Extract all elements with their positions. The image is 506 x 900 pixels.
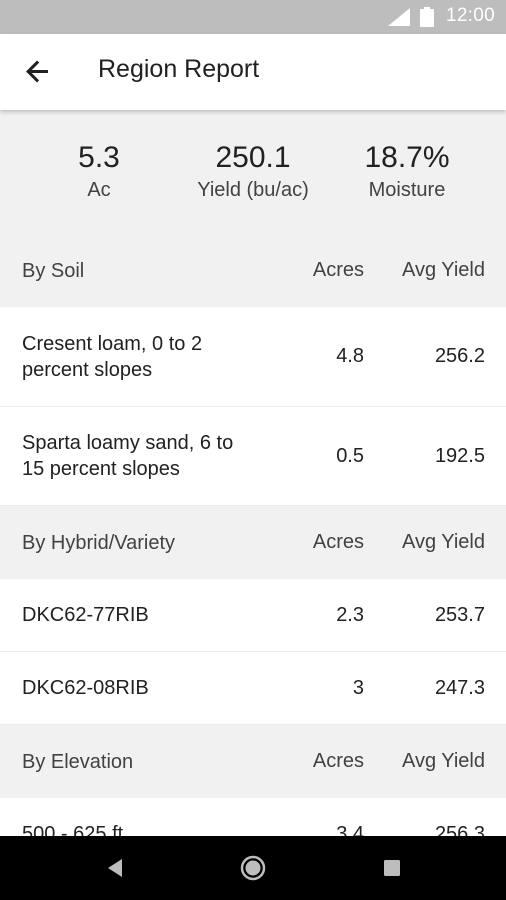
status-bar: 12:00 [0, 0, 506, 34]
arrow-back-icon[interactable] [20, 54, 56, 90]
row-avg-yield: 256.2 [434, 345, 485, 367]
row-avg-yield: 256.3 [434, 822, 485, 837]
battery-icon [420, 7, 434, 27]
stat-yield: 250.1 Yield (bu/ac) [178, 140, 328, 204]
section-header-elevation: By Elevation Acres Avg Yield [0, 725, 506, 798]
row-avg-yield: 247.3 [434, 676, 485, 699]
row-name: Sparta loamy sand, 6 to 15 percent slope… [22, 432, 234, 480]
page-title: Region Report [98, 55, 260, 83]
nav-home-icon[interactable] [239, 854, 267, 882]
section-header-hybrid: By Hybrid/Variety Acres Avg Yield [0, 506, 506, 579]
stat-label: Yield (bu/ac) [197, 179, 309, 201]
row-acres: 3 [352, 676, 364, 699]
report-content[interactable]: 5.3 Ac 250.1 Yield (bu/ac) 18.7% Moistur… [0, 110, 506, 836]
row-acres: 0.5 [336, 444, 364, 467]
row-name: 500 - 625 ft [22, 823, 124, 836]
column-header-acres: Acres [312, 259, 364, 281]
nav-recents-icon[interactable] [378, 854, 406, 882]
column-header-avg-yield: Avg Yield [401, 259, 485, 281]
row-name: DKC62-77RIB [22, 604, 149, 626]
stat-value: 5.3 [78, 141, 120, 174]
row-name: DKC62-08RIB [22, 677, 149, 699]
row-acres: 3.4 [336, 822, 364, 837]
table-row[interactable]: Cresent loam, 0 to 2 percent slopes 4.8 … [0, 307, 506, 407]
row-acres: 4.8 [336, 345, 364, 367]
column-header-avg-yield: Avg Yield [401, 750, 485, 772]
row-avg-yield: 192.5 [434, 444, 485, 467]
cell-signal-icon [388, 8, 410, 26]
column-header-acres: Acres [312, 750, 364, 772]
stat-label: Moisture [368, 179, 446, 201]
table-row[interactable]: DKC62-77RIB 2.3 253.7 [0, 579, 506, 652]
app-bar: Region Report [0, 34, 506, 110]
stat-area: 5.3 Ac [24, 140, 174, 204]
stat-moisture: 18.7% Moisture [332, 140, 482, 204]
row-acres: 2.3 [336, 603, 364, 626]
row-name: Cresent loam, 0 to 2 percent slopes [22, 332, 203, 381]
nav-back-icon[interactable] [102, 854, 130, 882]
section-title: By Elevation [22, 750, 134, 773]
table-row[interactable]: Sparta loamy sand, 6 to 15 percent slope… [0, 407, 506, 506]
section-title: By Soil [22, 259, 85, 282]
stat-value: 250.1 [215, 141, 291, 174]
row-avg-yield: 253.7 [434, 603, 485, 626]
summary-panel: 5.3 Ac 250.1 Yield (bu/ac) 18.7% Moistur… [0, 110, 506, 234]
stat-label: Ac [87, 179, 111, 201]
section-title: By Hybrid/Variety [22, 531, 176, 554]
column-header-acres: Acres [312, 531, 364, 553]
table-row[interactable]: DKC62-08RIB 3 247.3 [0, 652, 506, 725]
table-row[interactable]: 500 - 625 ft 3.4 256.3 [0, 798, 506, 836]
section-header-soil: By Soil Acres Avg Yield [0, 234, 506, 307]
stat-value: 18.7% [364, 141, 450, 174]
clock: 12:00 [445, 5, 495, 26]
navigation-bar [0, 836, 506, 900]
column-header-avg-yield: Avg Yield [401, 531, 485, 553]
